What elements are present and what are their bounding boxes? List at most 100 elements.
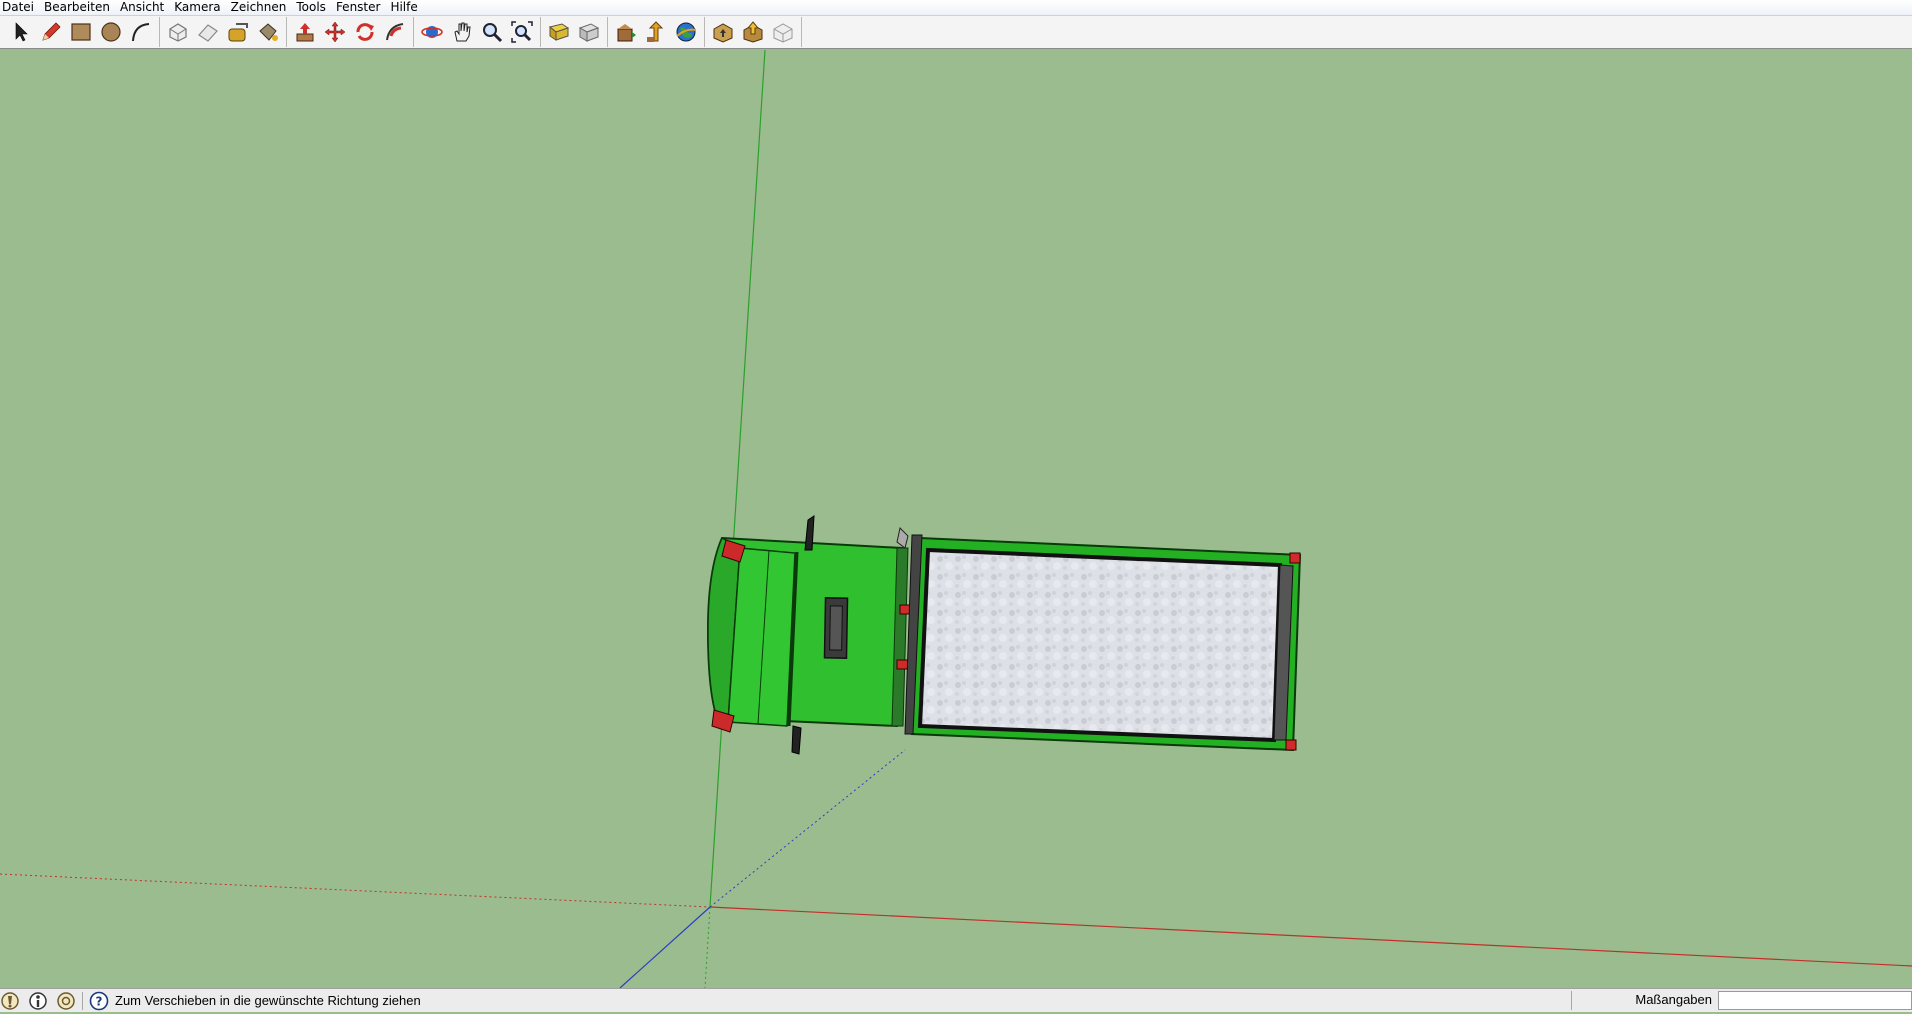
extension-tool-group — [705, 17, 802, 47]
rotate-icon — [356, 23, 374, 41]
credits-button[interactable] — [28, 991, 48, 1011]
help-icon: ? — [89, 991, 109, 1010]
paint-bucket-icon — [259, 23, 278, 41]
circle-tool-button[interactable] — [96, 17, 126, 47]
zoom-extents-icon — [511, 21, 533, 43]
pencil-line-tool-button[interactable] — [36, 17, 66, 47]
red-axis-positive — [709, 906, 1912, 967]
circle-icon — [101, 22, 121, 42]
warehouse-tool-group — [608, 17, 705, 47]
upload-icon — [743, 21, 763, 43]
mirror-bottom — [791, 725, 802, 755]
svg-text:?: ? — [96, 994, 103, 1008]
pan-tool-button[interactable] — [447, 17, 477, 47]
truck-model[interactable] — [706, 515, 1302, 755]
share-model-tool-button[interactable] — [641, 17, 671, 47]
menu-fenster[interactable]: Fenster — [333, 0, 388, 15]
pencil-icon — [42, 22, 61, 41]
menu-ansicht[interactable]: Ansicht — [117, 0, 171, 15]
menu-kamera[interactable]: Kamera — [171, 0, 227, 15]
truck-bed[interactable] — [904, 534, 1302, 752]
menu-zeichnen[interactable]: Zeichnen — [228, 0, 294, 15]
tape-measure-tool-button[interactable] — [223, 17, 253, 47]
orbit-icon — [421, 26, 443, 38]
rectangle-tool-button[interactable] — [66, 17, 96, 47]
toggle-terrain-tool-button[interactable] — [574, 17, 604, 47]
menu-tools[interactable]: Tools — [293, 0, 333, 15]
menu-hilfe[interactable]: Hilfe — [387, 0, 424, 15]
blue-axis-positive — [709, 749, 906, 908]
green-axis-positive — [709, 50, 766, 908]
camera-tool-group — [414, 17, 541, 47]
tape-measure-icon — [228, 23, 248, 42]
menu-bar: Datei Bearbeiten Ansicht Kamera Zeichnen… — [0, 0, 1912, 15]
measurements-input[interactable] — [1718, 991, 1912, 1010]
geo-location-button[interactable] — [0, 991, 20, 1011]
get-models-tool-button[interactable] — [611, 17, 641, 47]
main-toolbar — [0, 15, 1912, 49]
bed-corner-top-right — [1289, 552, 1301, 564]
photo-texture-icon — [713, 23, 733, 43]
globe-icon — [676, 22, 697, 42]
orbit-tool-button[interactable] — [417, 17, 447, 47]
axes — [0, 50, 1912, 988]
bed-floor — [917, 547, 1283, 743]
get-models-icon — [617, 24, 636, 42]
edit-tool-group — [287, 17, 414, 47]
select-tool-button[interactable] — [6, 17, 36, 47]
select-arrow-icon — [15, 22, 28, 42]
get-photo-texture-tool-button[interactable] — [708, 17, 738, 47]
cab-front-slope — [727, 547, 796, 727]
add-location-icon — [548, 23, 570, 41]
follow-me-icon — [386, 23, 404, 41]
push-pull-tool-button[interactable] — [290, 17, 320, 47]
modify-tool-group — [160, 17, 287, 47]
bed-corner-bottom-right — [1285, 739, 1297, 751]
google-earth-tool-button[interactable] — [671, 17, 701, 47]
truck-cab[interactable] — [706, 515, 915, 755]
zoom-tool-button[interactable] — [477, 17, 507, 47]
eraser-tool-button[interactable] — [193, 17, 223, 47]
red-axis-negative — [0, 873, 711, 908]
mirror-top — [804, 515, 815, 551]
blue-axis-negative — [619, 906, 711, 988]
help-button[interactable]: ? — [89, 991, 109, 1011]
hand-icon — [454, 22, 471, 42]
share-model-icon — [647, 21, 664, 42]
cab-roof-hatch-inner — [829, 605, 843, 651]
menu-datei[interactable]: Datei — [0, 0, 41, 15]
move-icon — [324, 21, 346, 43]
user-icon — [57, 991, 75, 1010]
status-message: Zum Verschieben in die gewünschte Richtu… — [115, 993, 421, 1008]
credits-icon — [29, 991, 47, 1010]
rectangle-icon — [71, 23, 91, 41]
paint-bucket-tool-button[interactable] — [253, 17, 283, 47]
arc-icon — [132, 23, 150, 42]
zoom-extents-tool-button[interactable] — [507, 17, 537, 47]
status-bar: ? Zum Verschieben in die gewünschte Rich… — [0, 988, 1912, 1012]
follow-me-tool-button[interactable] — [380, 17, 410, 47]
extension-warehouse-icon — [773, 23, 793, 43]
location-tool-group — [541, 17, 608, 47]
terrain-icon — [578, 23, 600, 42]
geo-location-icon — [1, 991, 19, 1010]
user-button[interactable] — [56, 991, 76, 1011]
push-pull-icon — [296, 23, 314, 42]
green-axis-negative — [704, 906, 711, 988]
make-component-tool-button[interactable] — [163, 17, 193, 47]
menu-bearbeiten[interactable]: Bearbeiten — [41, 0, 117, 15]
extension-warehouse-tool-button[interactable] — [768, 17, 798, 47]
upload-tool-button[interactable] — [738, 17, 768, 47]
drawing-tool-group — [3, 17, 160, 47]
add-location-tool-button[interactable] — [544, 17, 574, 47]
magnifier-icon — [483, 23, 503, 43]
status-help: ? Zum Verschieben in die gewünschte Rich… — [89, 991, 421, 1011]
exhaust — [896, 526, 909, 549]
arc-tool-button[interactable] — [126, 17, 156, 47]
rotate-tool-button[interactable] — [350, 17, 380, 47]
modeling-viewport[interactable] — [0, 50, 1912, 988]
scene-canvas[interactable] — [0, 50, 1912, 988]
move-tool-button[interactable] — [320, 17, 350, 47]
measurements-label: Maßangaben — [1635, 992, 1712, 1007]
component-icon — [169, 23, 187, 42]
